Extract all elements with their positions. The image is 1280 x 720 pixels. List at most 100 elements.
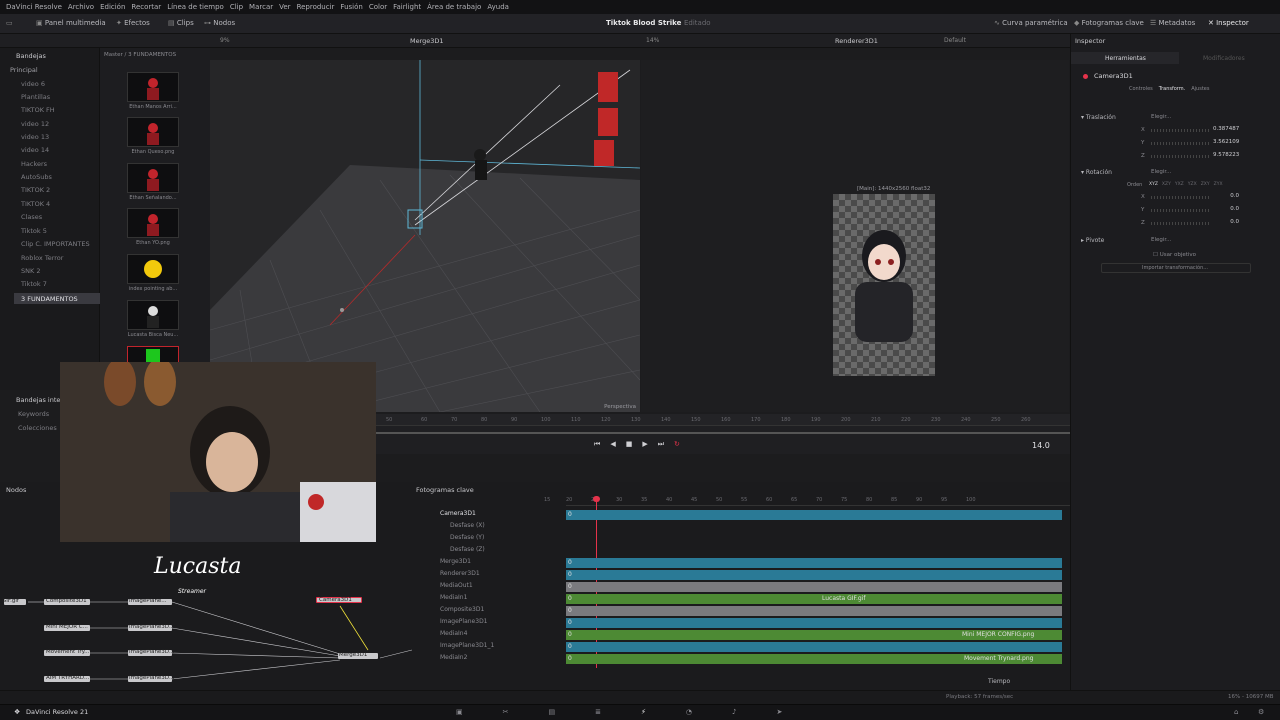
clips-button[interactable]: ▤ Clips bbox=[168, 19, 194, 27]
bin-item[interactable]: Roblox Terror bbox=[21, 254, 63, 262]
bin-item[interactable]: video 14 bbox=[21, 146, 49, 154]
edit-timeline-page-icon[interactable]: ≣ bbox=[595, 708, 601, 716]
pivot-pick[interactable]: Elegir... bbox=[1151, 237, 1171, 243]
node-editor[interactable]: Nodos Lucasta Streamer GIF.gif Composite… bbox=[0, 358, 412, 690]
clip-thumbnail[interactable] bbox=[127, 72, 179, 102]
track-row[interactable]: Camera3D1 0 bbox=[412, 510, 1070, 522]
metadata-button[interactable]: ☰ Metadatos bbox=[1150, 19, 1195, 27]
menu-workspace[interactable]: Área de trabajo bbox=[427, 3, 481, 11]
media-page-icon[interactable]: ▣ bbox=[456, 708, 463, 716]
clip-thumbnail[interactable] bbox=[127, 254, 179, 284]
rotation-x[interactable]: 0.0 bbox=[1213, 193, 1239, 199]
order-option[interactable]: ZXY bbox=[1201, 182, 1210, 187]
color-page-icon[interactable]: ◔ bbox=[686, 708, 692, 716]
playhead-handle[interactable] bbox=[593, 496, 600, 502]
translation-y[interactable]: 3.562109 bbox=[1213, 139, 1239, 145]
order-option[interactable]: ZYX bbox=[1214, 182, 1223, 187]
scrub-bar[interactable] bbox=[376, 432, 1070, 434]
menu-file[interactable]: Archivo bbox=[68, 3, 94, 11]
translation-header[interactable]: ▾ Traslación bbox=[1081, 114, 1116, 121]
time-ruler[interactable]: 50 60 70 80 90 100 110 120 130 140 150 1… bbox=[376, 414, 1070, 426]
menu-clip[interactable]: Clip bbox=[230, 3, 243, 11]
track-row[interactable]: ImagePlane3D1_1 0 bbox=[412, 642, 1070, 654]
subtab-transform[interactable]: Transform. bbox=[1159, 86, 1185, 92]
bin-item[interactable]: TIKTOK FH bbox=[21, 106, 55, 114]
track-row[interactable]: MediaOut1 0 bbox=[412, 582, 1070, 594]
menu-app[interactable]: DaVinci Resolve bbox=[6, 3, 62, 11]
use-target-checkbox[interactable]: ☐ Usar objetivo bbox=[1153, 252, 1196, 258]
fusion-page-icon[interactable]: ⚡ bbox=[641, 708, 646, 716]
effects-button[interactable]: ✦ Efectos bbox=[116, 19, 150, 27]
menu-trim[interactable]: Recortar bbox=[131, 3, 161, 11]
stop-icon[interactable]: ■ bbox=[626, 440, 633, 449]
track-row[interactable]: ImagePlane3D1 0 bbox=[412, 618, 1070, 630]
translation-x[interactable]: 0.387487 bbox=[1213, 126, 1239, 132]
menu-playback[interactable]: Reproducir bbox=[297, 3, 335, 11]
home-icon[interactable]: ⌂ bbox=[1234, 708, 1238, 716]
bin-item[interactable]: AutoSubs bbox=[21, 173, 52, 181]
clip-thumbnail[interactable] bbox=[127, 117, 179, 147]
track-bar[interactable] bbox=[566, 594, 1062, 604]
keyframes-ruler[interactable]: 15 20 25 30 35 40 45 50 55 60 65 70 75 8… bbox=[544, 496, 1070, 506]
loop-icon[interactable]: ↻ bbox=[674, 440, 680, 449]
settings-gear-icon[interactable]: ⚙ bbox=[1258, 708, 1264, 716]
bin-item[interactable]: video 12 bbox=[21, 120, 49, 128]
step-back-icon[interactable]: ◀ bbox=[610, 440, 615, 449]
menu-fusion[interactable]: Fusión bbox=[340, 3, 362, 11]
smart-bin-item[interactable]: Keywords bbox=[18, 410, 49, 418]
deliver-page-icon[interactable]: ➤ bbox=[777, 708, 783, 716]
go-to-start-icon[interactable]: ⏮ bbox=[594, 440, 600, 449]
inspector-button[interactable]: ✕ Inspector bbox=[1208, 19, 1249, 27]
track-row[interactable]: Merge3D1 0 bbox=[412, 558, 1070, 570]
track-bar[interactable] bbox=[566, 618, 1062, 628]
go-to-end-icon[interactable]: ⏭ bbox=[658, 440, 664, 449]
bin-item-selected[interactable]: 3 FUNDAMENTOS bbox=[21, 295, 78, 303]
menu-fairlight[interactable]: Fairlight bbox=[393, 3, 421, 11]
time-mode-select[interactable]: Tiempo bbox=[988, 678, 1010, 685]
translation-x-slider[interactable] bbox=[1151, 129, 1211, 132]
bin-item[interactable]: TIKTOK 2 bbox=[21, 186, 50, 194]
bin-principal[interactable]: Principal bbox=[10, 66, 38, 74]
rotation-y[interactable]: 0.0 bbox=[1213, 206, 1239, 212]
bin-item[interactable]: video 13 bbox=[21, 133, 49, 141]
tab-tools[interactable]: Herramientas bbox=[1071, 52, 1179, 64]
order-option[interactable]: XZY bbox=[1162, 182, 1171, 187]
panel-toggle-icon[interactable]: ▭ bbox=[6, 19, 13, 27]
zoom-left[interactable]: 9% bbox=[220, 37, 230, 44]
track-row[interactable]: Desfase (Y) bbox=[412, 534, 1070, 546]
keyframes-button[interactable]: ◆ Fotogramas clave bbox=[1074, 19, 1144, 27]
zoom-right[interactable]: 14% bbox=[646, 37, 659, 44]
subtab-controls[interactable]: Controles bbox=[1129, 86, 1153, 92]
nodes-button[interactable]: ⊶ Nodos bbox=[204, 19, 235, 27]
track-row[interactable]: MediaIn1 0 Lucasta GIF.gif bbox=[412, 594, 1070, 606]
track-row[interactable]: Composite3D1 0 bbox=[412, 606, 1070, 618]
current-frame[interactable]: 14.0 bbox=[1032, 441, 1050, 450]
menu-mark[interactable]: Marcar bbox=[249, 3, 273, 11]
translation-y-slider[interactable] bbox=[1151, 142, 1211, 145]
rotation-header[interactable]: ▾ Rotación bbox=[1081, 169, 1112, 176]
bin-item[interactable]: SNK 2 bbox=[21, 267, 40, 275]
bin-item[interactable]: Plantillas bbox=[21, 93, 50, 101]
edit-page-icon[interactable]: ▤ bbox=[549, 708, 556, 716]
track-bar[interactable] bbox=[566, 510, 1062, 520]
media-pool-button[interactable]: ▣ Panel multimedia bbox=[36, 19, 106, 27]
bin-item[interactable]: video 6 bbox=[21, 80, 45, 88]
track-bar[interactable] bbox=[566, 558, 1062, 568]
smart-bin-item[interactable]: Colecciones bbox=[18, 424, 57, 432]
bin-item[interactable]: Hackers bbox=[21, 160, 47, 168]
menu-help[interactable]: Ayuda bbox=[487, 3, 509, 11]
order-option[interactable]: YXZ bbox=[1175, 182, 1184, 187]
clip-thumbnail[interactable] bbox=[127, 208, 179, 238]
order-option[interactable]: YZX bbox=[1188, 182, 1197, 187]
rotation-z-slider[interactable] bbox=[1151, 222, 1211, 225]
pivot-header[interactable]: ▸ Pivote bbox=[1081, 237, 1104, 244]
play-icon[interactable]: ▶ bbox=[642, 440, 647, 449]
rotation-y-slider[interactable] bbox=[1151, 209, 1211, 212]
tab-modifiers[interactable]: Modificadores bbox=[1179, 52, 1280, 64]
rotation-z[interactable]: 0.0 bbox=[1213, 219, 1239, 225]
default-select[interactable]: Default bbox=[944, 37, 966, 44]
menu-view[interactable]: Ver bbox=[279, 3, 290, 11]
menu-color[interactable]: Color bbox=[369, 3, 387, 11]
track-row[interactable]: Renderer3D1 0 bbox=[412, 570, 1070, 582]
fairlight-page-icon[interactable]: ♪ bbox=[732, 708, 736, 716]
